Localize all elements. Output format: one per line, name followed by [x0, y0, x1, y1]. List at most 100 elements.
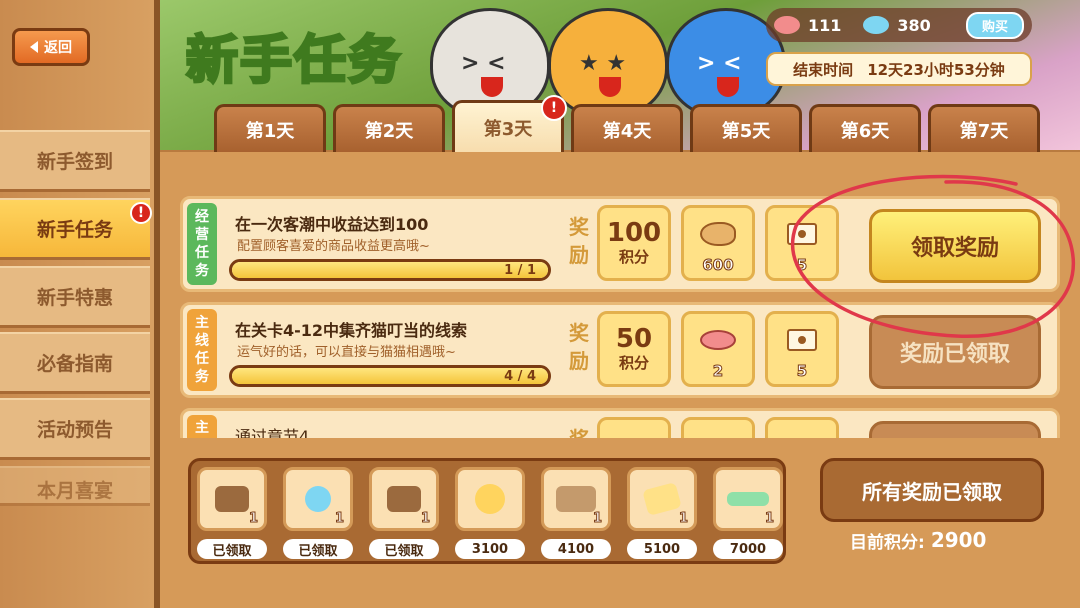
reward-paw-ticket[interactable]: 5: [765, 205, 839, 281]
reward-label-char: 奖: [569, 215, 589, 239]
page-title: 新手任务: [184, 30, 403, 93]
reward-count: 5: [796, 362, 808, 381]
tag-char: 经: [195, 208, 209, 225]
task-panel: 经 营 任 务 在一次客潮中收益达到100 配置顾客喜爱的商品收益更高哦~ 1 …: [160, 152, 1080, 608]
tab-day-6[interactable]: 第6天: [809, 104, 921, 152]
back-button[interactable]: 返回: [12, 28, 90, 66]
sidebar-item-deals[interactable]: 新手特惠: [0, 266, 150, 328]
points-label: 目前积分:: [850, 533, 925, 553]
tab-day-3[interactable]: 第3天 !: [452, 95, 567, 152]
character-head-icon: [475, 484, 505, 514]
progress-text: 4 / 4: [504, 369, 536, 384]
bento-icon: [387, 486, 421, 512]
progress-text: 1 / 1: [504, 263, 536, 278]
reward-label: 奖 励: [565, 213, 593, 269]
back-label: 返回: [44, 40, 72, 56]
tab-label: 第2天: [364, 120, 414, 142]
reward-count: 600: [702, 256, 734, 275]
milestone-reward[interactable]: 1 已领取: [283, 467, 353, 559]
tag-char: 任: [195, 245, 209, 261]
reward-taiyaki[interactable]: 600: [681, 205, 755, 281]
reward-paw-ticket[interactable]: 5: [765, 311, 839, 387]
task-list[interactable]: 经 营 任 务 在一次客潮中收益达到100 配置顾客喜爱的商品收益更高哦~ 1 …: [180, 190, 1060, 438]
reward-count: 2: [712, 362, 724, 381]
bento-icon: [215, 486, 249, 512]
alert-icon: !: [130, 202, 152, 224]
sidebar-item-label: 活动预告: [36, 419, 113, 441]
pink-fish-icon: [700, 330, 736, 350]
cat-eyes: > <: [697, 51, 742, 76]
reward-label-char: 奖: [565, 425, 593, 438]
task-action-button[interactable]: [869, 421, 1041, 438]
sidebar-item-label: 新手特惠: [36, 287, 113, 309]
reward-fish[interactable]: 2: [681, 311, 755, 387]
pink-fish-count: 111: [808, 15, 842, 35]
tab-day-2[interactable]: 第2天: [333, 104, 445, 152]
progress-fill: [232, 368, 548, 384]
tab-label: 第3天: [483, 118, 533, 140]
milestone-reward[interactable]: 1 7000: [713, 467, 783, 559]
paw-flag-icon: [787, 329, 817, 351]
milestone-qty: 1: [334, 511, 344, 527]
milestone-reward[interactable]: 1 5100: [627, 467, 697, 559]
tab-day-1[interactable]: 第1天: [214, 104, 326, 152]
reward-label-char: 励: [569, 243, 589, 267]
reward-points[interactable]: 50 积分: [597, 311, 671, 387]
task-title: 在一次客潮中收益达到100: [235, 215, 429, 234]
all-rewards-claimed-button[interactable]: 所有奖励已领取: [820, 458, 1044, 522]
sidebar-item-monthly[interactable]: 本月喜宴: [0, 466, 150, 506]
claim-reward-button[interactable]: 领取奖励: [869, 209, 1041, 283]
tag-char: 任: [195, 351, 209, 367]
task-type-tag: 主 线 任 务: [187, 309, 217, 391]
milestone-box: 1: [627, 467, 697, 531]
tag-char: 务: [195, 369, 209, 386]
task-type-tag: 主: [187, 415, 217, 438]
tab-day-7[interactable]: 第7天: [928, 104, 1040, 152]
milestone-qty: 1: [248, 511, 258, 527]
cat-mouth: [599, 77, 621, 97]
tab-label: 第6天: [840, 120, 890, 142]
sidebar-item-guide[interactable]: 必备指南: [0, 332, 150, 394]
milestone-reward[interactable]: 1 4100: [541, 467, 611, 559]
taiyaki-icon: [700, 222, 736, 246]
task-card: 经 营 任 务 在一次客潮中收益达到100 配置顾客喜爱的商品收益更高哦~ 1 …: [180, 196, 1060, 292]
milestone-box: 1: [197, 467, 267, 531]
tab-label: 第1天: [245, 120, 295, 142]
milestone-box: 1: [541, 467, 611, 531]
sidebar-item-tasks[interactable]: 新手任务 !: [0, 198, 152, 260]
points-unit: 积分: [618, 247, 649, 266]
task-title: 通过章节4: [235, 427, 310, 438]
tag-char: 营: [195, 226, 209, 243]
task-progress-bar: 1 / 1: [229, 259, 551, 281]
current-points: 目前积分: 2900: [850, 528, 986, 553]
tag-char: 主: [195, 314, 209, 331]
points-value: 50: [615, 323, 653, 354]
end-time-label: 结束时间: [793, 60, 854, 79]
tab-day-4[interactable]: 第4天: [571, 104, 683, 152]
reward-slot[interactable]: [681, 417, 755, 438]
blue-fish-count: 380: [897, 15, 931, 35]
task-description: 配置顾客喜爱的商品收益更高哦~: [237, 239, 430, 254]
points-unit: 积分: [618, 353, 649, 372]
coupon-icon: [727, 492, 769, 506]
milestone-label: 5100: [627, 539, 697, 559]
milestone-qty: 1: [678, 511, 688, 527]
sidebar-item-signin[interactable]: 新手签到: [0, 130, 150, 192]
reward-label-char: 奖: [569, 321, 589, 345]
reward-slot[interactable]: [765, 417, 839, 438]
task-card: 主 线 任 务 在关卡4-12中集齐猫叮当的线索 运气好的话，可以直接与猫猫相遇…: [180, 302, 1060, 398]
points-total: 2900: [930, 528, 987, 552]
sidebar-item-preview[interactable]: 活动预告: [0, 398, 150, 460]
milestone-box: [455, 467, 525, 531]
milestone-reward[interactable]: 3100: [455, 467, 525, 559]
milestone-reward[interactable]: 1 已领取: [369, 467, 439, 559]
reward-points[interactable]: 100 积分: [597, 205, 671, 281]
blue-fish-icon: [863, 16, 890, 34]
buy-button[interactable]: 购买: [965, 11, 1024, 39]
sidebar: 返回 新手签到 新手任务 ! 新手特惠 必备指南 活动预告 本月喜宴: [0, 0, 160, 608]
milestone-reward[interactable]: 1 已领取: [197, 467, 267, 559]
tab-label: 第4天: [602, 120, 652, 142]
milestone-qty: 1: [764, 511, 774, 527]
reward-slot[interactable]: [597, 417, 671, 438]
tab-day-5[interactable]: 第5天: [690, 104, 802, 152]
